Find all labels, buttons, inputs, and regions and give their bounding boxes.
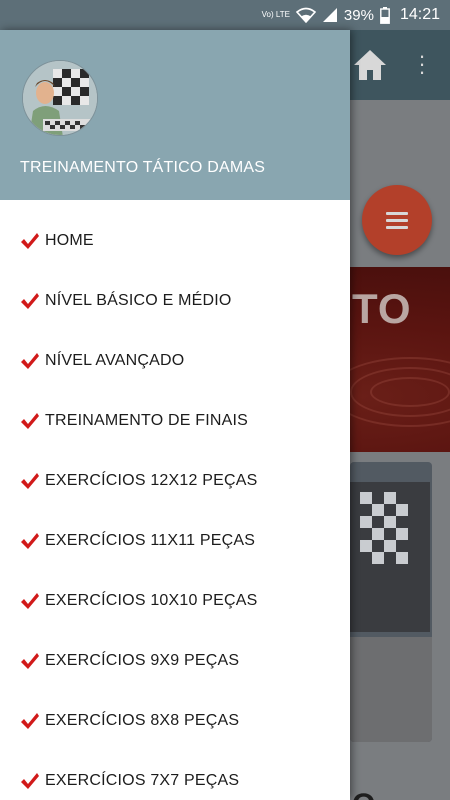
drawer-item-label: TREINAMENTO DE FINAIS (45, 412, 249, 429)
drawer-item-5[interactable]: EXERCÍCIOS 12X12 PEÇAS (0, 451, 350, 511)
status-bar: Vo) LTE 39% 14:21 (0, 0, 450, 30)
drawer-item-label: EXERCÍCIOS 12X12 PEÇAS (45, 472, 258, 489)
drawer-item-2[interactable]: NÍVEL BÁSICO E MÉDIO (0, 271, 350, 331)
check-icon (21, 713, 39, 729)
check-icon (21, 233, 39, 249)
drawer-item-label: EXERCÍCIOS 9X9 PEÇAS (45, 652, 240, 669)
drawer-item-label: EXERCÍCIOS 8X8 PEÇAS (45, 712, 240, 729)
drawer-item-3[interactable]: NÍVEL AVANÇADO (0, 331, 350, 391)
promo-card[interactable] (350, 462, 432, 742)
drawer-menu: HOME NÍVEL BÁSICO E MÉDIO NÍVEL AVANÇADO TR… (0, 211, 350, 800)
drawer-item-4[interactable]: TREINAMENTO DE FINAIS (0, 391, 350, 451)
check-icon (21, 353, 39, 369)
drawer-item-7[interactable]: EXERCÍCIOS 10X10 PEÇAS (0, 571, 350, 631)
check-icon (21, 653, 39, 669)
drawer-item-label: NÍVEL BÁSICO E MÉDIO (45, 292, 232, 309)
more-vert-icon[interactable]: · · · (412, 45, 432, 83)
card-text: O (352, 788, 375, 800)
checkerboard-image (350, 482, 430, 632)
drawer-item-label: HOME (45, 232, 94, 249)
home-icon[interactable] (352, 48, 388, 82)
drawer-header: TREINAMENTO TÁTICO DAMAS (0, 30, 350, 200)
lte-indicator: Vo) LTE (261, 10, 290, 19)
menu-icon[interactable] (362, 185, 432, 255)
drawer-item-6[interactable]: EXERCÍCIOS 11X11 PEÇAS (0, 511, 350, 571)
chess-player-image (23, 61, 97, 135)
signal-icon (322, 8, 337, 22)
drawer-item-8[interactable]: EXERCÍCIOS 9X9 PEÇAS (0, 631, 350, 691)
drawer-item-label: EXERCÍCIOS 10X10 PEÇAS (45, 592, 258, 609)
drawer-item-10[interactable]: EXERCÍCIOS 7X7 PEÇAS (0, 751, 350, 800)
banner-text: TO (352, 285, 412, 332)
battery-icon (380, 6, 390, 24)
drawer-title: TREINAMENTO TÁTICO DAMAS (20, 159, 266, 176)
wifi-icon (295, 7, 316, 23)
app-logo-avatar (22, 60, 98, 136)
card-image-lower (350, 637, 432, 742)
check-icon (21, 413, 39, 429)
check-icon (21, 293, 39, 309)
check-icon (21, 773, 39, 789)
drawer-item-1[interactable]: HOME (0, 211, 350, 271)
drawer-item-label: EXERCÍCIOS 11X11 PEÇAS (45, 532, 256, 549)
check-icon (21, 533, 39, 549)
navigation-drawer: TREINAMENTO TÁTICO DAMAS HOME NÍVEL BÁSIC… (0, 30, 350, 800)
check-icon (21, 593, 39, 609)
battery-percent: 39% (343, 6, 374, 24)
drawer-item-label: NÍVEL AVANÇADO (45, 352, 185, 369)
clock: 14:21 (399, 6, 440, 23)
drawer-item-9[interactable]: EXERCÍCIOS 8X8 PEÇAS (0, 691, 350, 751)
drawer-item-label: EXERCÍCIOS 7X7 PEÇAS (45, 772, 240, 789)
check-icon (21, 473, 39, 489)
